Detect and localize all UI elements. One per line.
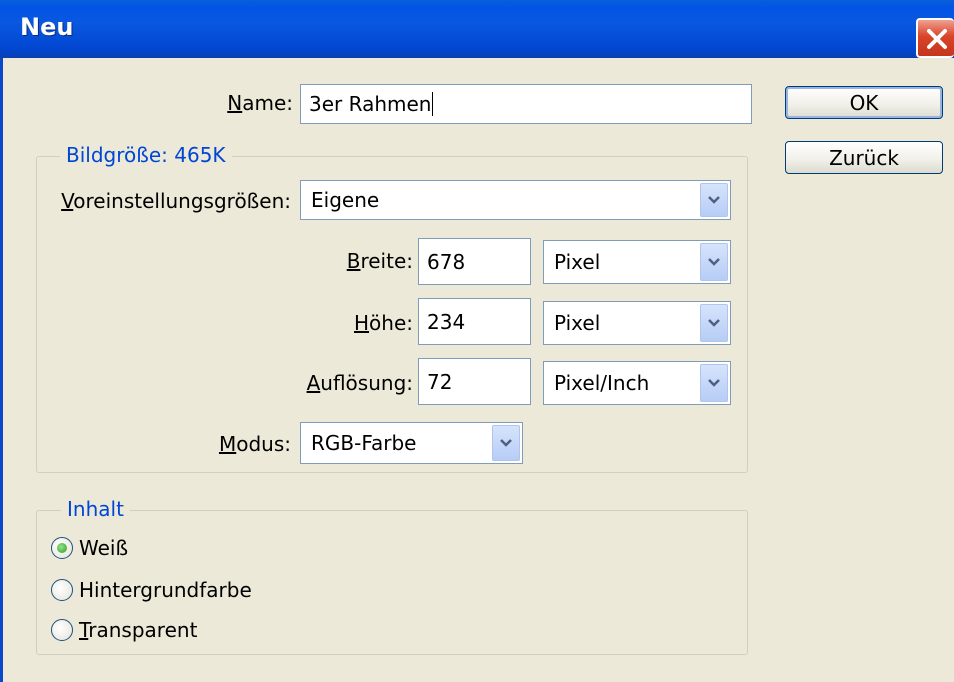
resolution-unit-select[interactable]: Pixel/Inch	[543, 361, 731, 405]
height-label: Höhe:	[353, 311, 413, 335]
close-icon	[927, 29, 947, 49]
dropdown-arrow[interactable]	[700, 183, 728, 217]
name-label: Name:	[227, 91, 293, 115]
preset-select[interactable]: Eigene	[300, 180, 731, 220]
dropdown-arrow[interactable]	[700, 243, 728, 281]
chevron-down-icon	[500, 439, 512, 447]
image-size-legend: Bildgröße: 465K	[60, 143, 232, 167]
chevron-down-icon	[708, 196, 720, 204]
radio-background-color[interactable]: Hintergrundfarbe	[51, 578, 252, 602]
width-unit-select[interactable]: Pixel	[543, 240, 731, 284]
name-input[interactable]: 3er Rahmen	[300, 84, 752, 124]
title-bar[interactable]: Neu	[0, 0, 954, 58]
preset-label: Voreinstellungsgrößen:	[61, 189, 291, 213]
chevron-down-icon	[708, 258, 720, 266]
text-cursor	[432, 92, 434, 116]
mode-label: Modus:	[218, 432, 291, 456]
content-legend: Inhalt	[61, 497, 130, 521]
chevron-down-icon	[708, 379, 720, 387]
width-input[interactable]: 678	[418, 238, 531, 285]
dropdown-arrow[interactable]	[492, 425, 520, 461]
back-button[interactable]: Zurück	[785, 141, 943, 174]
radio-selected-icon	[51, 537, 73, 559]
resolution-input[interactable]: 72	[418, 358, 531, 405]
window-title: Neu	[20, 13, 74, 41]
dropdown-arrow[interactable]	[700, 304, 728, 342]
dialog-body: Name: 3er Rahmen OK Zurück Bildgröße: 46…	[0, 58, 954, 682]
dropdown-arrow[interactable]	[700, 364, 728, 402]
width-label: Breite:	[346, 249, 413, 273]
height-unit-select[interactable]: Pixel	[543, 301, 731, 345]
close-button[interactable]	[916, 18, 954, 58]
radio-white[interactable]: Weiß	[51, 536, 128, 560]
radio-icon	[51, 619, 73, 641]
height-input[interactable]: 234	[418, 298, 531, 345]
mode-select[interactable]: RGB-Farbe	[300, 422, 523, 464]
radio-transparent[interactable]: Transparent	[51, 618, 197, 642]
ok-button[interactable]: OK	[785, 86, 943, 119]
chevron-down-icon	[708, 319, 720, 327]
radio-icon	[51, 579, 73, 601]
resolution-label: Auflösung:	[306, 371, 413, 395]
